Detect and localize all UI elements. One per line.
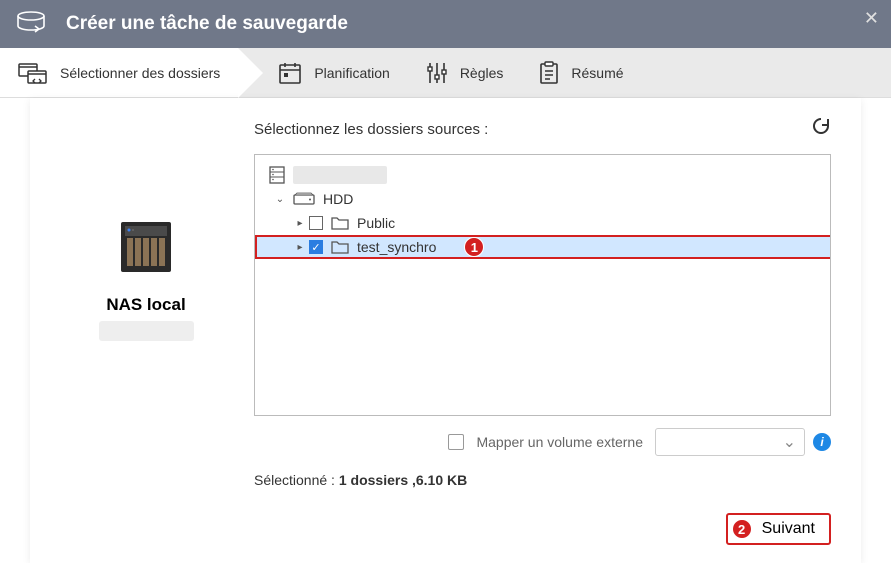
step-select-folders[interactable]: Sélectionner des dossiers [0,48,238,97]
caret-right-icon[interactable]: ▸ [295,218,305,229]
tree-row-test-synchro[interactable]: ▸ ✓ test_synchro 1 [255,235,830,259]
external-volume-select[interactable]: ⌄ [655,428,805,456]
step-summary[interactable]: Résumé [521,48,641,97]
sliders-icon [426,61,448,85]
step-label: Règles [460,65,504,81]
tree-row-server[interactable] [255,163,830,187]
tree-row-hdd[interactable]: ⌄ HDD [255,187,830,211]
checkbox-test-synchro[interactable]: ✓ [309,240,323,254]
device-subtitle-redacted [99,321,194,341]
tree-label: test_synchro [357,239,436,255]
titlebar: Créer une tâche de sauvegarde ✕ [0,0,891,48]
device-panel: NAS local [66,116,226,545]
folders-icon [18,61,48,85]
hdd-icon [293,192,315,206]
tree-row-public[interactable]: ▸ Public [255,211,830,235]
folder-icon [331,240,349,254]
step-schedule[interactable]: Planification [238,48,408,97]
step-bar: Sélectionner des dossiers Planification … [0,48,891,98]
map-external-label: Mapper un volume externe [476,434,643,450]
server-name-redacted [293,166,387,184]
next-button-label: Suivant [762,520,815,538]
step-label: Résumé [571,65,623,81]
server-icon [269,166,285,184]
map-external-row: Mapper un volume externe ⌄ i [254,428,831,456]
step-rules[interactable]: Règles [408,48,522,97]
selected-prefix: Sélectionné : [254,472,339,488]
tree-label: Public [357,215,395,231]
calendar-icon [278,61,302,85]
device-name: NAS local [106,295,185,315]
caret-down-icon[interactable]: ⌄ [275,194,285,205]
clipboard-icon [539,61,559,85]
refresh-icon[interactable] [811,116,831,142]
next-button[interactable]: 2 Suivant [726,513,831,545]
caret-right-icon[interactable]: ▸ [295,242,305,253]
selection-summary: Sélectionné : 1 dossiers ,6.10 KB [254,472,831,488]
selected-value: 1 dossiers ,6.10 KB [339,472,467,488]
chevron-down-icon: ⌄ [783,432,796,452]
content-area: NAS local Sélectionnez les dossiers sour… [30,98,861,563]
folder-tree[interactable]: ⌄ HDD ▸ Public [254,154,831,416]
backup-drive-icon [16,11,46,38]
prompt-text: Sélectionnez les dossiers sources : [254,121,488,138]
info-icon[interactable]: i [813,433,831,451]
close-icon[interactable]: ✕ [864,8,879,29]
folder-icon [331,216,349,230]
folder-selection-panel: Sélectionnez les dossiers sources : [254,116,831,545]
step-label: Sélectionner des dossiers [60,65,220,81]
checkbox-public[interactable] [309,216,323,230]
annotation-badge-1: 1 [464,237,484,257]
nas-device-icon [115,216,177,283]
window-title: Créer une tâche de sauvegarde [66,13,348,35]
tree-label: HDD [323,191,353,207]
annotation-badge-2: 2 [732,519,752,539]
step-label: Planification [314,65,390,81]
checkbox-map-external[interactable] [448,434,464,450]
